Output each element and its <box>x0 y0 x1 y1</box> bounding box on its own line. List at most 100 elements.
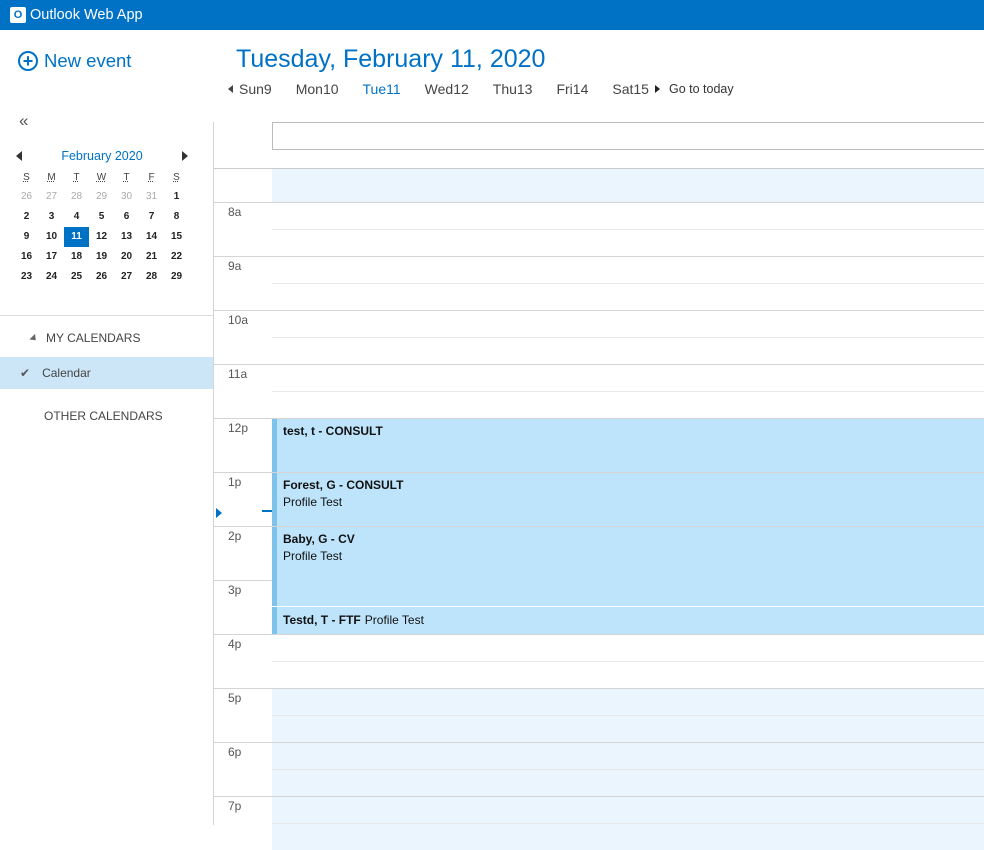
time-label: 4p <box>228 637 242 651</box>
app-title[interactable]: Outlook Web App <box>30 7 143 23</box>
collapse-icon[interactable]: « <box>19 111 28 131</box>
mini-calendar-day[interactable]: 2 <box>14 207 39 227</box>
half-hour-line <box>272 715 984 716</box>
event-title: Baby, G - CV <box>283 532 355 546</box>
mini-calendar-day[interactable]: 28 <box>139 267 164 287</box>
mini-calendar-day[interactable]: 8 <box>164 207 189 227</box>
all-day-events-area[interactable] <box>272 122 984 150</box>
week-day-fri[interactable]: Fri14 <box>556 81 588 97</box>
mini-calendar-day[interactable]: 5 <box>89 207 114 227</box>
mini-calendar-day[interactable]: 18 <box>64 247 89 267</box>
mini-calendar-day[interactable]: 1 <box>164 187 189 207</box>
mini-calendar-day[interactable]: 23 <box>14 267 39 287</box>
calendar-event[interactable]: Baby, G - CV Profile Test <box>272 527 984 606</box>
half-hour-line <box>272 283 984 284</box>
go-to-today-link[interactable]: Go to today <box>669 82 734 96</box>
mini-calendar-day[interactable]: 21 <box>139 247 164 267</box>
week-day-wed[interactable]: Wed12 <box>425 81 469 97</box>
mini-calendar-day[interactable]: 4 <box>64 207 89 227</box>
my-calendars-header[interactable]: MY CALENDARS <box>29 331 140 345</box>
mini-calendar-day[interactable]: 26 <box>89 267 114 287</box>
mini-calendar-day[interactable]: 10 <box>39 227 64 247</box>
mini-calendar-day[interactable]: 6 <box>114 207 139 227</box>
mini-calendar-day[interactable]: 26 <box>14 187 39 207</box>
mini-calendar-header: February 2020 <box>14 147 190 165</box>
event-title: Forest, G - CONSULT <box>283 478 404 492</box>
time-label: 1p <box>228 475 242 489</box>
mini-calendar-day[interactable]: 22 <box>164 247 189 267</box>
half-hour-line <box>272 229 984 230</box>
add-circle-icon: + <box>18 51 38 71</box>
week-day-sun[interactable]: Sun9 <box>239 81 272 97</box>
mini-calendar-day[interactable]: 11 <box>64 227 89 247</box>
calendar-event[interactable]: Forest, G - CONSULT Profile Test <box>272 473 984 526</box>
time-label: 5p <box>228 691 242 705</box>
calendar-list-item[interactable]: ✔ Calendar <box>0 357 213 389</box>
weekday-header: T <box>73 172 80 183</box>
mini-calendar-day[interactable]: 12 <box>89 227 114 247</box>
time-slot[interactable] <box>272 169 984 202</box>
week-navigation: Sun9 Mon10 Tue11 Wed12 Thu13 Fri14 Sat15… <box>228 81 734 97</box>
week-day-tue[interactable]: Tue11 <box>363 81 401 97</box>
mini-calendar-day[interactable]: 28 <box>64 187 89 207</box>
next-week-icon[interactable] <box>654 85 660 93</box>
outlook-logo-icon: O <box>10 7 26 23</box>
app-header: O Outlook Web App <box>0 0 984 32</box>
mini-calendar-day[interactable]: 15 <box>164 227 189 247</box>
mini-calendar-day[interactable]: 9 <box>14 227 39 247</box>
mini-calendar-day[interactable]: 20 <box>114 247 139 267</box>
mini-calendar-day[interactable]: 29 <box>89 187 114 207</box>
half-hour-line <box>272 661 984 662</box>
event-title: test, t - CONSULT <box>283 424 383 438</box>
time-label: 6p <box>228 745 242 759</box>
half-hour-line <box>272 391 984 392</box>
prev-month-icon[interactable] <box>16 151 22 161</box>
checkmark-icon: ✔ <box>20 366 31 380</box>
mini-calendar-day[interactable]: 31 <box>139 187 164 207</box>
mini-calendar-day[interactable]: 13 <box>114 227 139 247</box>
mini-calendar-grid: S M T W T F S 26 27 28 29 30 31 1 2 3 4 5 6 7 8 9 10 11 12 13 14 15… <box>14 168 190 287</box>
time-label: 12p <box>228 421 249 435</box>
time-label: 11a <box>228 367 248 381</box>
mini-calendar-day[interactable]: 27 <box>39 187 64 207</box>
divider <box>0 315 213 316</box>
weekday-header: M <box>47 172 56 183</box>
current-time-icon <box>216 508 222 518</box>
time-label: 3p <box>228 583 242 597</box>
event-subtitle: Profile Test <box>364 613 424 627</box>
time-label: 8a <box>228 205 242 219</box>
mini-calendar-day[interactable]: 29 <box>164 267 189 287</box>
mini-calendar-day[interactable]: 3 <box>39 207 64 227</box>
calendar-event[interactable]: Testd, T - FTF Profile Test <box>272 607 984 634</box>
weekday-header: F <box>148 172 155 183</box>
mini-calendar-day[interactable]: 30 <box>114 187 139 207</box>
page-title: Tuesday, February 11, 2020 <box>236 45 546 73</box>
other-calendars-header[interactable]: OTHER CALENDARS <box>44 409 163 423</box>
event-title: Testd, T - FTF <box>283 613 361 627</box>
logo-letter: O <box>13 9 23 21</box>
mini-calendar-month[interactable]: February 2020 <box>61 149 142 163</box>
mini-calendar-day[interactable]: 25 <box>64 267 89 287</box>
half-hour-line <box>272 823 984 824</box>
week-day-mon[interactable]: Mon10 <box>296 81 339 97</box>
event-subtitle: Profile Test <box>283 549 343 563</box>
new-event-label: New event <box>44 50 132 71</box>
time-label: 2p <box>228 529 242 543</box>
weekday-header: W <box>96 172 107 183</box>
mini-calendar-day[interactable]: 16 <box>14 247 39 267</box>
calendar-event[interactable]: test, t - CONSULT <box>272 419 984 472</box>
new-event-button[interactable]: + New event <box>18 50 131 72</box>
half-hour-line <box>272 769 984 770</box>
week-day-thu[interactable]: Thu13 <box>493 81 533 97</box>
mini-calendar-day[interactable]: 24 <box>39 267 64 287</box>
mini-calendar-day[interactable]: 17 <box>39 247 64 267</box>
next-month-icon[interactable] <box>182 151 188 161</box>
mini-calendar-day[interactable]: 7 <box>139 207 164 227</box>
week-day-sat[interactable]: Sat15 <box>612 81 649 97</box>
mini-calendar-day[interactable]: 19 <box>89 247 114 267</box>
prev-week-icon[interactable] <box>228 85 233 93</box>
mini-calendar-day[interactable]: 14 <box>139 227 164 247</box>
calendar-item-label: Calendar <box>42 366 91 380</box>
mini-calendar-day[interactable]: 27 <box>114 267 139 287</box>
expand-triangle-icon <box>29 333 39 343</box>
